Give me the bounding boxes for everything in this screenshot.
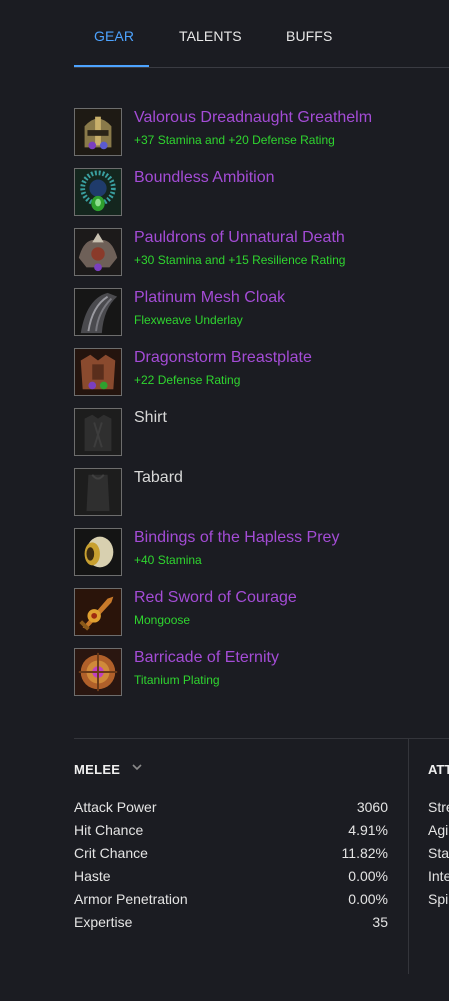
gear-enchant: Flexweave Underlay bbox=[134, 313, 243, 327]
gear-enchant: Mongoose bbox=[134, 613, 191, 627]
tab-talents[interactable]: TALENTS bbox=[179, 28, 242, 44]
attribute-label: Sta bbox=[428, 845, 449, 861]
gear-enchant: +37 Stamina and +20 Defense Rating bbox=[134, 133, 335, 147]
gear-name[interactable]: Boundless Ambition bbox=[134, 168, 275, 188]
gear-item-neck[interactable]: Boundless Ambition bbox=[74, 168, 449, 220]
gear-item-shoulders[interactable]: Pauldrons of Unnatural Death +30 Stamina… bbox=[74, 228, 449, 280]
gear-name[interactable]: Valorous Dreadnaught Greathelm bbox=[134, 108, 372, 128]
stat-label: Hit Chance bbox=[74, 822, 144, 838]
tab-divider bbox=[74, 67, 449, 68]
stat-value: 11.82% bbox=[341, 845, 388, 861]
gear-name[interactable]: Red Sword of Courage bbox=[134, 588, 297, 608]
attributes-header[interactable]: ATT bbox=[428, 762, 449, 777]
active-tab-indicator bbox=[74, 65, 149, 67]
gear-item-shirt[interactable]: Shirt bbox=[74, 408, 449, 460]
gear-item-offhand[interactable]: Barricade of Eternity Titanium Plating bbox=[74, 648, 449, 700]
gear-name[interactable]: Dragonstorm Breastplate bbox=[134, 348, 312, 368]
stat-value: 35 bbox=[372, 914, 388, 930]
gear-name[interactable]: Tabard bbox=[134, 468, 183, 488]
gear-enchant: +22 Defense Rating bbox=[134, 373, 241, 387]
gear-name[interactable]: Shirt bbox=[134, 408, 167, 428]
cloak-icon[interactable] bbox=[74, 288, 122, 336]
gear-item-chest[interactable]: Dragonstorm Breastplate +22 Defense Rati… bbox=[74, 348, 449, 400]
gear-name[interactable]: Barricade of Eternity bbox=[134, 648, 279, 668]
stat-row: Haste 0.00% bbox=[74, 868, 388, 888]
stat-label: Expertise bbox=[74, 914, 133, 930]
stat-row: Crit Chance 11.82% bbox=[74, 845, 388, 865]
tabard-icon[interactable] bbox=[74, 468, 122, 516]
gear-name[interactable]: Platinum Mesh Cloak bbox=[134, 288, 285, 308]
gear-name[interactable]: Bindings of the Hapless Prey bbox=[134, 528, 339, 548]
gear-item-wrist[interactable]: Bindings of the Hapless Prey +40 Stamina bbox=[74, 528, 449, 580]
gear-item-head[interactable]: Valorous Dreadnaught Greathelm +37 Stami… bbox=[74, 108, 449, 160]
stat-value: 0.00% bbox=[348, 891, 388, 907]
helm-icon[interactable] bbox=[74, 108, 122, 156]
stat-value: 3060 bbox=[356, 799, 388, 815]
stat-row: Armor Penetration 0.00% bbox=[74, 891, 388, 911]
bracers-icon[interactable] bbox=[74, 528, 122, 576]
attribute-label: Inte bbox=[428, 868, 449, 884]
stat-value: 0.00% bbox=[348, 868, 388, 884]
gear-enchant: +40 Stamina bbox=[134, 553, 202, 567]
melee-stats-header[interactable]: MELEE bbox=[74, 762, 120, 777]
sword-icon[interactable] bbox=[74, 588, 122, 636]
gear-enchant: +30 Stamina and +15 Resilience Rating bbox=[134, 253, 346, 267]
attribute-label: Agi bbox=[428, 822, 449, 838]
stat-value: 4.91% bbox=[348, 822, 388, 838]
stat-label: Attack Power bbox=[74, 799, 157, 815]
shirt-icon[interactable] bbox=[74, 408, 122, 456]
tab-buffs[interactable]: BUFFS bbox=[286, 28, 332, 44]
stat-row: Hit Chance 4.91% bbox=[74, 822, 388, 842]
gear-enchant: Titanium Plating bbox=[134, 673, 220, 687]
attribute-label: Stre bbox=[428, 799, 449, 815]
stat-label: Crit Chance bbox=[74, 845, 148, 861]
stat-row: Expertise 35 bbox=[74, 914, 388, 934]
stat-label: Haste bbox=[74, 868, 111, 884]
amulet-icon[interactable] bbox=[74, 168, 122, 216]
gear-item-back[interactable]: Platinum Mesh Cloak Flexweave Underlay bbox=[74, 288, 449, 340]
shoulders-icon[interactable] bbox=[74, 228, 122, 276]
gear-item-mainhand[interactable]: Red Sword of Courage Mongoose bbox=[74, 588, 449, 640]
stats-column-divider bbox=[408, 739, 409, 974]
shield-icon[interactable] bbox=[74, 648, 122, 696]
gear-item-tabard[interactable]: Tabard bbox=[74, 468, 449, 520]
attribute-label: Spi bbox=[428, 891, 449, 907]
gear-name[interactable]: Pauldrons of Unnatural Death bbox=[134, 228, 345, 248]
tab-gear[interactable]: GEAR bbox=[94, 28, 134, 44]
chest-icon[interactable] bbox=[74, 348, 122, 396]
chevron-down-icon[interactable] bbox=[130, 760, 144, 774]
stat-label: Armor Penetration bbox=[74, 891, 188, 907]
stat-row: Attack Power 3060 bbox=[74, 799, 388, 819]
stats-divider bbox=[74, 738, 449, 739]
